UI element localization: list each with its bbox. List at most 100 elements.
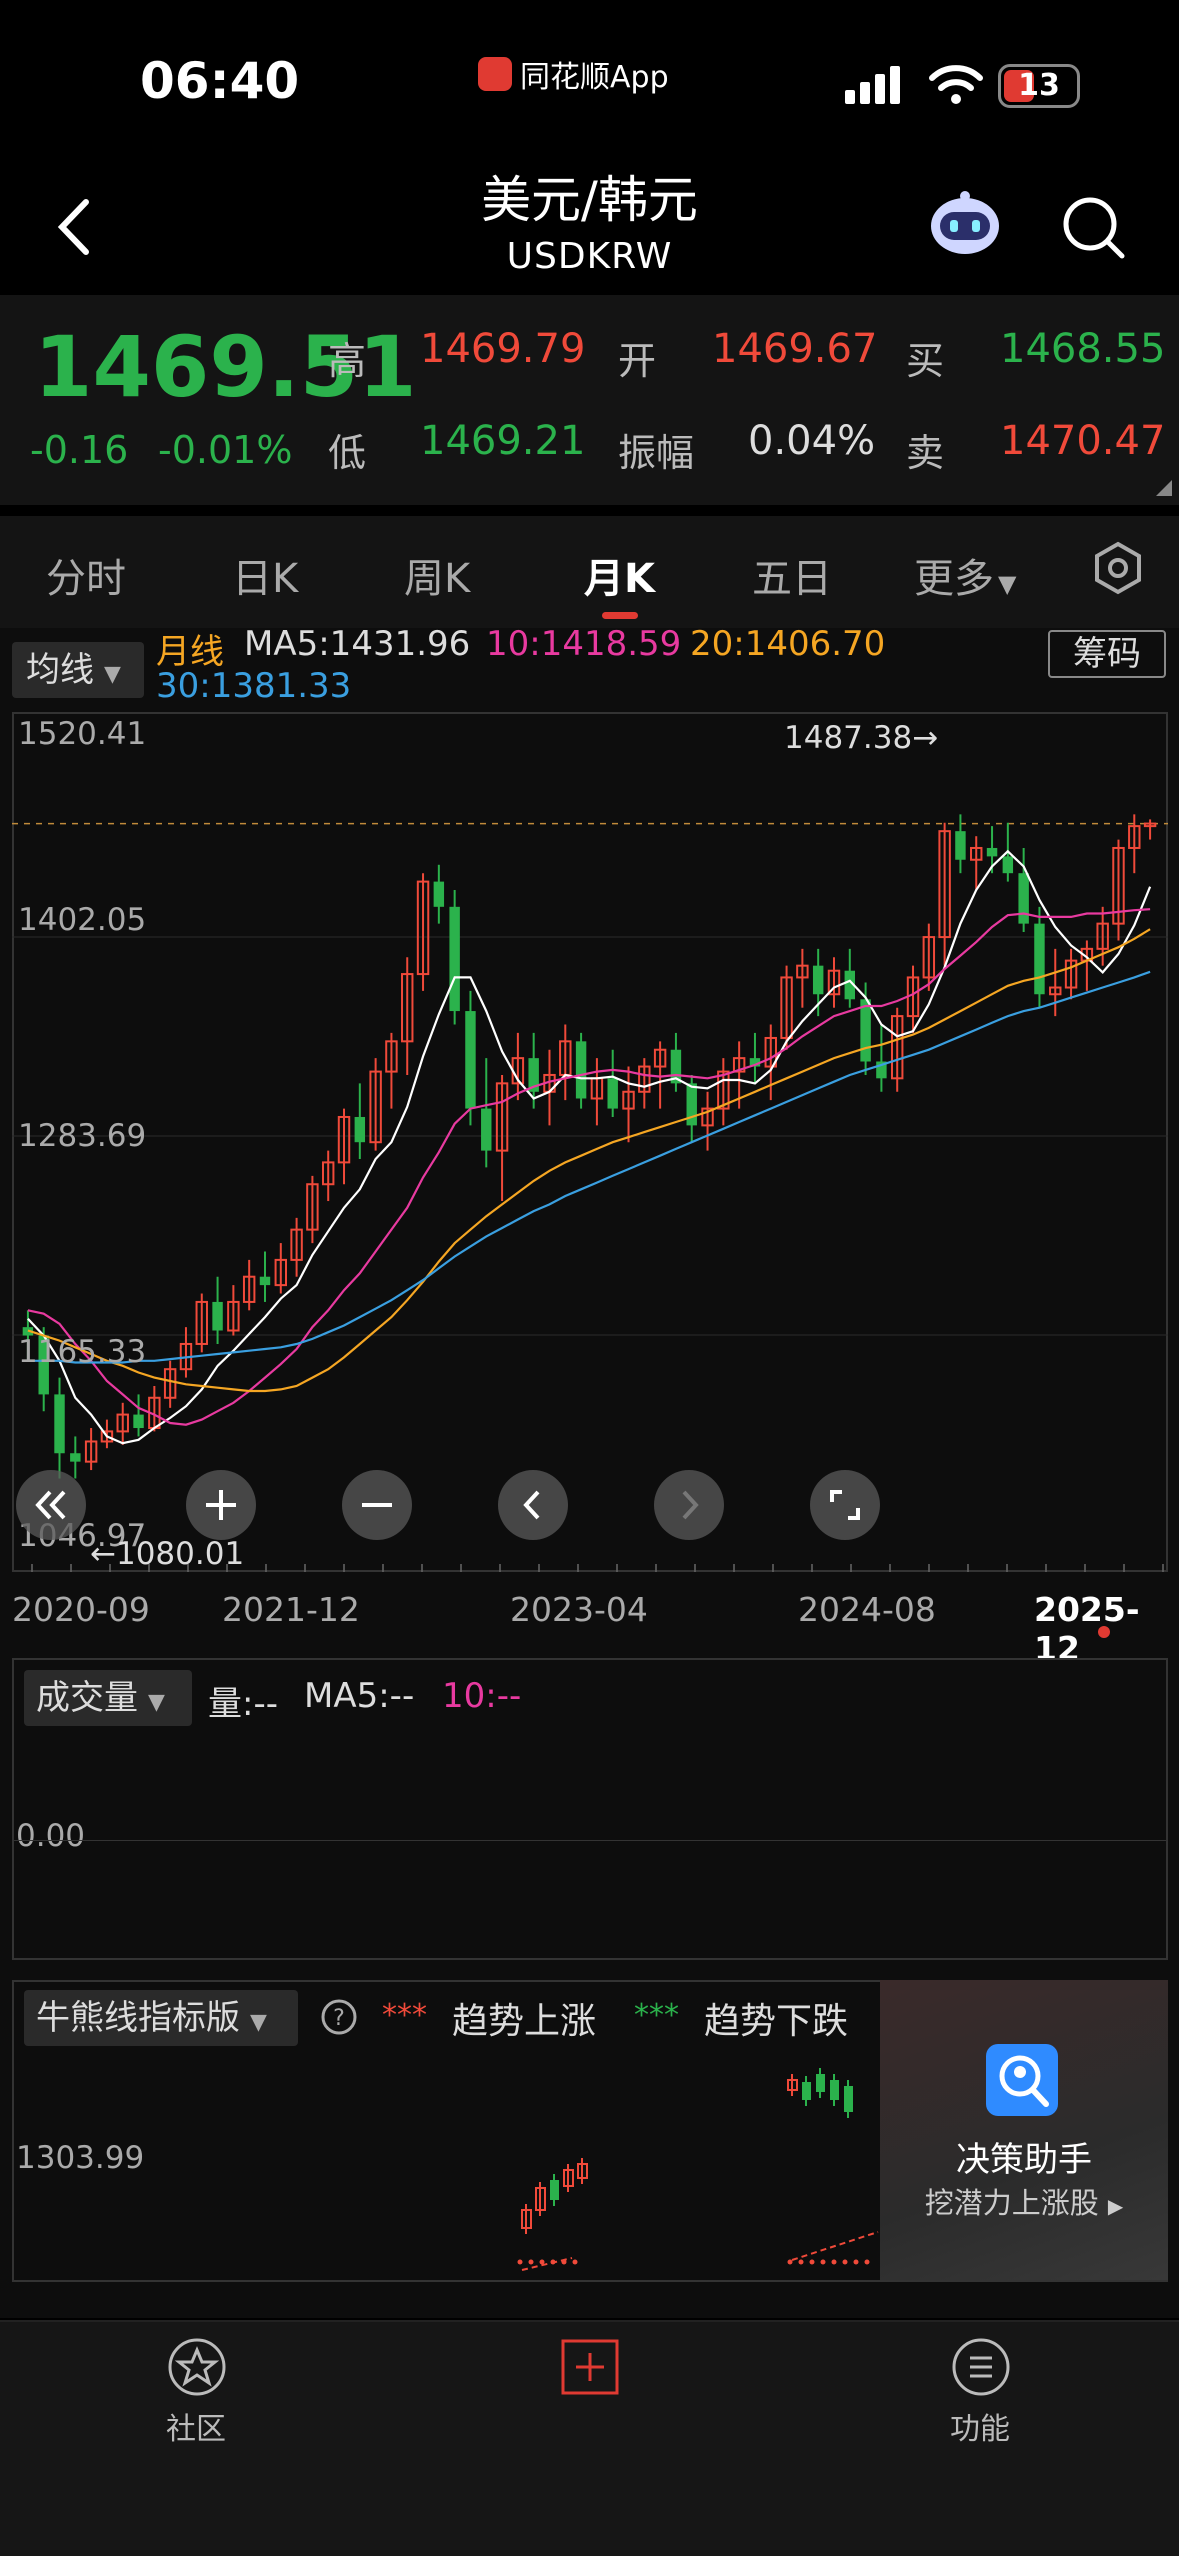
indicator-candle bbox=[816, 2074, 825, 2092]
trend-dot bbox=[561, 2259, 567, 2265]
trend-dot bbox=[787, 2259, 793, 2265]
app-logo-icon bbox=[478, 57, 512, 91]
zoom-out-button[interactable] bbox=[342, 1470, 412, 1540]
tab-monthly[interactable]: 月K bbox=[584, 546, 655, 604]
volume-ma10: 10:-- bbox=[442, 1676, 522, 1716]
help-button[interactable]: ? bbox=[320, 1998, 358, 2036]
candle-body bbox=[54, 1394, 65, 1454]
candle-body bbox=[449, 906, 460, 1012]
candle-body bbox=[354, 1116, 366, 1143]
trend-down-label: 趋势下跌 bbox=[704, 2001, 849, 2042]
indicator-candle bbox=[802, 2082, 811, 2100]
open-label: 开 bbox=[618, 339, 657, 383]
wifi-icon bbox=[929, 65, 983, 104]
menu-icon bbox=[970, 2356, 992, 2378]
community-tab-icon[interactable] bbox=[166, 2336, 228, 2398]
trend-dot bbox=[842, 2259, 848, 2265]
price-change: -0.16 bbox=[30, 428, 129, 472]
chips-button[interactable]: 筹码 bbox=[1048, 630, 1166, 678]
y-tick-label: 1402.05 bbox=[18, 902, 147, 938]
candle-body bbox=[607, 1078, 618, 1109]
caret-down-icon: ▼ bbox=[148, 1690, 165, 1715]
volume-toggle-label: 成交量 bbox=[36, 1678, 138, 1718]
star-icon bbox=[174, 2346, 220, 2387]
indicator-candle bbox=[844, 2086, 853, 2112]
trend-up-label: 趋势上涨 bbox=[452, 2001, 597, 2042]
minus-icon bbox=[362, 1503, 392, 1507]
chevron-right-icon bbox=[682, 1490, 699, 1520]
tab-five-day[interactable]: 五日 bbox=[752, 546, 832, 604]
chevron-left-icon bbox=[523, 1490, 540, 1520]
x-tick-label: 2020-09 bbox=[12, 1590, 150, 1629]
settings-button[interactable] bbox=[1090, 540, 1146, 596]
app-indicator: 同花顺App bbox=[478, 52, 669, 96]
assistant-title: 决策助手 bbox=[956, 2140, 1092, 2180]
robot-assistant-icon[interactable] bbox=[926, 188, 1004, 258]
ma-toggle-label: 均线 bbox=[26, 650, 94, 690]
tab-more[interactable]: 更多 ▼ bbox=[914, 546, 1016, 604]
functions-tab-icon[interactable] bbox=[950, 2336, 1012, 2398]
expand-corner-icon[interactable] bbox=[1156, 480, 1172, 496]
candle-body bbox=[575, 1041, 587, 1099]
trend-dot bbox=[572, 2259, 578, 2265]
trend-dot bbox=[809, 2259, 815, 2265]
fullscreen-button[interactable] bbox=[810, 1470, 880, 1540]
scroll-left-button[interactable] bbox=[498, 1470, 568, 1540]
active-tab-indicator bbox=[602, 612, 638, 619]
candle-body bbox=[259, 1276, 271, 1286]
battery-icon: 13 bbox=[998, 64, 1080, 108]
volume-axis-label: 0.00 bbox=[16, 1818, 86, 1854]
trend-dot bbox=[517, 2259, 523, 2265]
kline-chart[interactable] bbox=[12, 712, 1168, 1572]
trend-dot bbox=[539, 2259, 545, 2265]
volume-toggle[interactable]: 成交量 ▼ bbox=[24, 1670, 192, 1726]
candle-body bbox=[133, 1414, 144, 1429]
signal-icon bbox=[845, 66, 900, 104]
amplitude-value: 0.04% bbox=[748, 418, 876, 464]
y-tick-label: 1283.69 bbox=[18, 1118, 147, 1154]
candle-body bbox=[812, 965, 824, 995]
indicator-chart bbox=[517, 2068, 879, 2271]
indicator-toggle[interactable]: 牛熊线指标版 ▼ bbox=[24, 1990, 298, 2046]
x-tick-label: 2024-08 bbox=[798, 1590, 936, 1629]
trend-down-marker: *** bbox=[634, 1998, 679, 2033]
min-price-annotation: ←1080.01 bbox=[90, 1536, 245, 1572]
price-change-pct: -0.01% bbox=[158, 428, 293, 472]
ma-toggle[interactable]: 均线 ▼ bbox=[12, 642, 144, 698]
ma30-value: 30:1381.33 bbox=[156, 666, 352, 706]
zoom-in-button[interactable] bbox=[186, 1470, 256, 1540]
scroll-right-button[interactable] bbox=[654, 1470, 724, 1540]
tab-daily[interactable]: 日K bbox=[232, 546, 298, 604]
scroll-start-button[interactable] bbox=[16, 1470, 86, 1540]
tab-weekly[interactable]: 周K bbox=[404, 546, 470, 604]
expand-icon bbox=[830, 1490, 860, 1520]
caret-down-icon: ▼ bbox=[104, 662, 121, 687]
functions-tab-label[interactable]: 功能 bbox=[950, 2404, 1010, 2448]
caret-down-icon: ▼ bbox=[998, 570, 1017, 598]
candle-body bbox=[955, 831, 966, 860]
trend-up-marker: *** bbox=[382, 1998, 427, 2033]
current-marker bbox=[1098, 1626, 1110, 1638]
search-button[interactable] bbox=[1058, 192, 1128, 262]
candle-body bbox=[1018, 873, 1029, 924]
trend-dot bbox=[853, 2259, 859, 2265]
caret-down-icon: ▼ bbox=[250, 2010, 267, 2035]
caret-right-icon: ▶ bbox=[1107, 2194, 1124, 2218]
community-tab-label[interactable]: 社区 bbox=[166, 2404, 226, 2448]
candle-body bbox=[465, 1011, 476, 1109]
svg-text:?: ? bbox=[333, 2006, 345, 2031]
assistant-subtitle: 挖潜力上涨股 ▶ bbox=[880, 2180, 1168, 2222]
decision-assistant-card[interactable]: 决策助手 挖潜力上涨股 ▶ bbox=[880, 1980, 1168, 2280]
ma5-line bbox=[27, 849, 1152, 1445]
y-tick-label: 1165.33 bbox=[18, 1334, 147, 1370]
trend-dot bbox=[550, 2259, 556, 2265]
ma10-value: 10:1418.59 bbox=[486, 624, 682, 664]
low-label: 低 bbox=[328, 431, 367, 475]
ma5-value: MA5:1431.96 bbox=[244, 624, 471, 664]
tab-intraday[interactable]: 分时 bbox=[46, 546, 126, 604]
indicator-candle bbox=[550, 2180, 559, 2200]
battery-level: 13 bbox=[1018, 68, 1060, 103]
sell-value: 1470.47 bbox=[1000, 418, 1166, 464]
ma10-line bbox=[27, 908, 1151, 1426]
add-watchlist-button[interactable] bbox=[560, 2338, 620, 2396]
